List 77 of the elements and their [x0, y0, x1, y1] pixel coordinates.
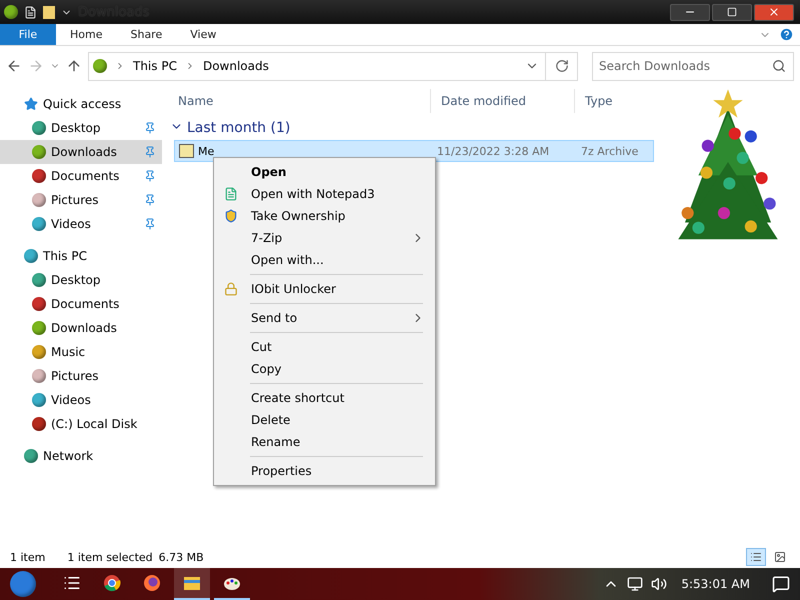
selection-size: 6.73 MB [158, 550, 204, 564]
menu-item[interactable]: Cut [216, 336, 433, 358]
menu-item[interactable]: Take Ownership [216, 205, 433, 227]
details-view-button[interactable] [746, 548, 766, 566]
sidebar-item[interactable]: Music [0, 340, 162, 364]
menu-item[interactable]: 7-Zip [216, 227, 433, 249]
column-header[interactable]: Type [574, 89, 634, 113]
sidebar-item[interactable]: Pictures [0, 364, 162, 388]
ribbon-tab[interactable]: View [176, 24, 230, 45]
sidebar-item[interactable]: Videos [0, 388, 162, 412]
sidebar-item[interactable]: Downloads [0, 316, 162, 340]
app-icon [4, 5, 18, 19]
address-bar[interactable]: This PC Downloads [88, 52, 546, 80]
sidebar-item[interactable]: This PC [0, 244, 162, 268]
folder-icon[interactable] [43, 6, 55, 18]
properties-icon[interactable] [24, 6, 37, 18]
menu-item[interactable]: Send to [216, 307, 433, 329]
firefox-icon [143, 574, 161, 592]
thumbnail-icon [774, 551, 786, 563]
refresh-button[interactable] [546, 52, 578, 80]
network-icon[interactable] [627, 576, 644, 592]
pc-icon [93, 59, 107, 73]
sidebar-item[interactable]: Downloads [0, 140, 162, 164]
archive-icon [179, 144, 194, 158]
sidebar-item[interactable]: Desktop [0, 268, 162, 292]
ribbon-tab[interactable]: Share [116, 24, 176, 45]
chrome-icon [103, 574, 121, 592]
item-count: 1 item [10, 550, 46, 564]
file-name: Me [198, 144, 214, 158]
sidebar-item[interactable]: Desktop [0, 116, 162, 140]
column-header[interactable]: Date modified [430, 89, 574, 113]
sidebar-item[interactable]: Pictures [0, 188, 162, 212]
notifications-icon[interactable] [772, 575, 790, 593]
volume-icon[interactable] [651, 576, 668, 592]
search-field[interactable]: Search Downloads [592, 52, 794, 80]
menu-item[interactable]: Properties [216, 460, 433, 482]
sidebar-item[interactable]: Quick access [0, 92, 162, 116]
close-icon [768, 6, 780, 18]
close-button[interactable] [754, 4, 794, 20]
taskbar-app-button[interactable] [174, 568, 210, 600]
sidebar-item[interactable]: Documents [0, 292, 162, 316]
help-icon[interactable] [779, 27, 794, 42]
type-cell-text: 7z Archive [581, 144, 640, 158]
sidebar-item[interactable]: Documents [0, 164, 162, 188]
sidebar-item[interactable]: Network [0, 444, 162, 468]
menu-item[interactable]: Rename [216, 431, 433, 453]
selection-info: 1 item selected [67, 550, 153, 564]
date-cell-text: 11/23/2022 3:28 AM [437, 144, 550, 158]
shield-icon [224, 209, 238, 223]
maximize-button[interactable] [712, 4, 752, 20]
menu-item[interactable]: Open with... [216, 249, 433, 271]
menu-item[interactable]: Delete [216, 409, 433, 431]
task-view-icon [63, 574, 81, 592]
menu-item[interactable]: IObit Unlocker [216, 278, 433, 300]
sidebar-item[interactable]: (C:) Local Disk [0, 412, 162, 436]
menu-item[interactable]: Create shortcut [216, 387, 433, 409]
refresh-icon [554, 59, 568, 73]
menu-item[interactable]: Open [216, 161, 433, 183]
search-icon[interactable] [772, 58, 786, 72]
menu-item[interactable]: Copy [216, 358, 433, 380]
clock[interactable]: 5:53:01 AM [681, 577, 750, 591]
up-icon[interactable] [66, 58, 82, 74]
file-tab[interactable]: File [0, 24, 56, 45]
breadcrumb[interactable]: This PC [133, 59, 177, 73]
start-button[interactable] [10, 571, 36, 597]
maximize-icon [727, 7, 737, 17]
notepad-icon [224, 187, 238, 201]
folder-icon [183, 575, 201, 591]
sidebar-item[interactable]: Videos [0, 212, 162, 236]
padlock-icon [224, 282, 238, 296]
ribbon-tab[interactable]: Home [56, 24, 116, 45]
menu-item[interactable]: Open with Notepad3 [216, 183, 433, 205]
star-icon [24, 97, 38, 111]
back-icon[interactable] [6, 58, 22, 74]
column-header[interactable]: Name [168, 89, 430, 113]
breadcrumb[interactable]: Downloads [202, 59, 269, 73]
group-header[interactable]: Last month (1) [187, 120, 290, 136]
